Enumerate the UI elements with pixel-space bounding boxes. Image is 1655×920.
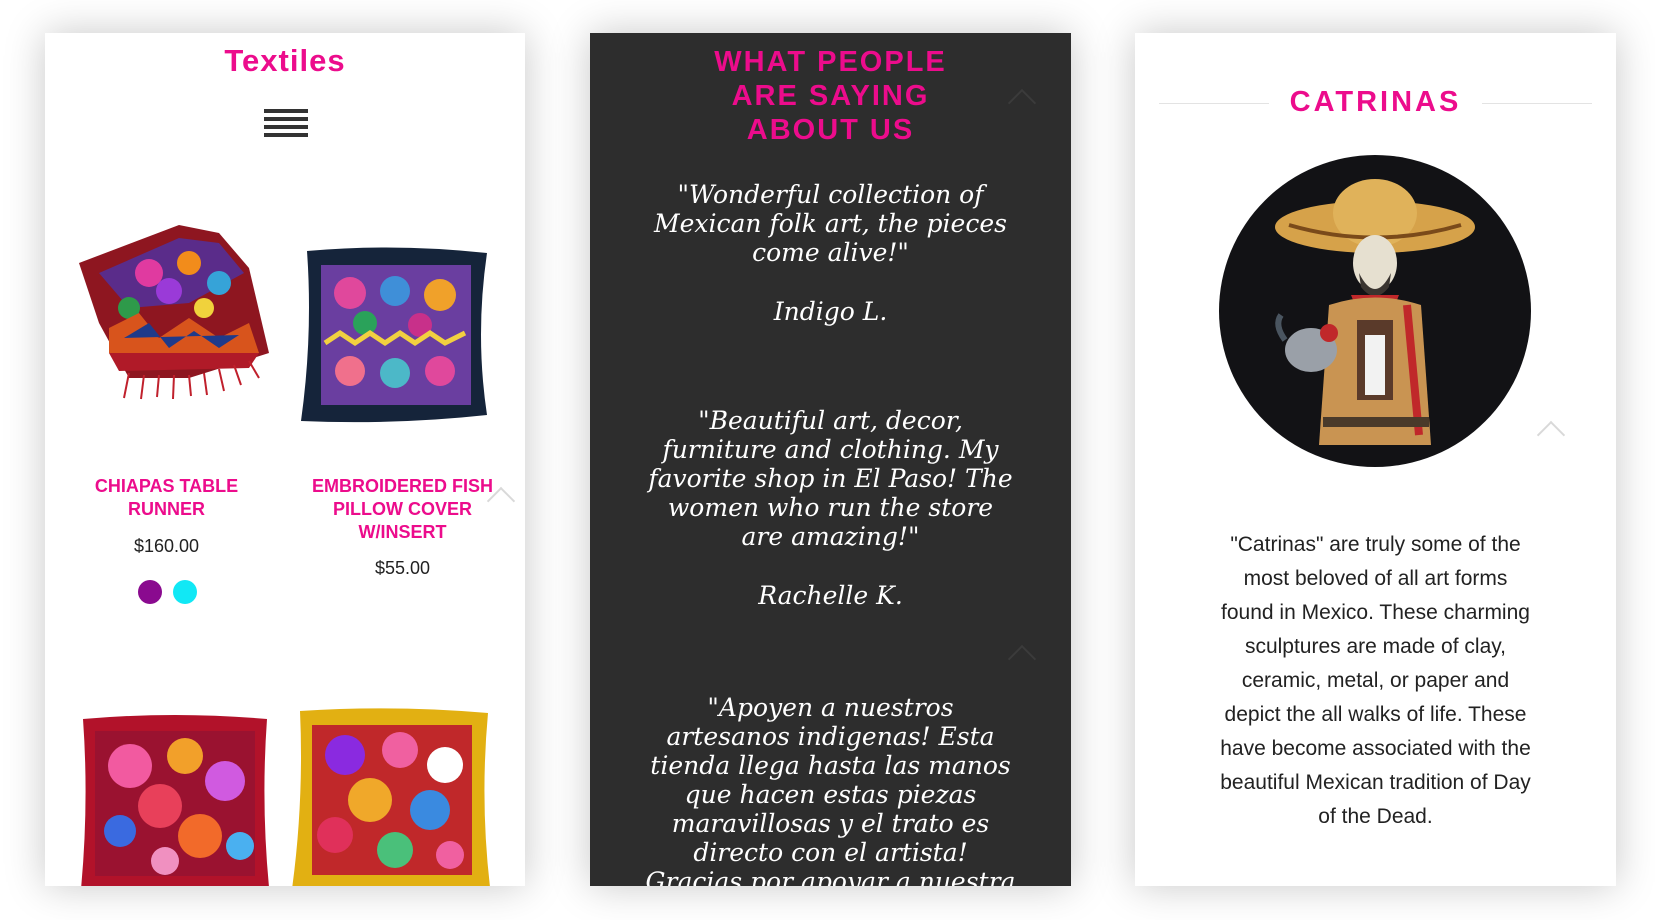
product-name[interactable]: CHIAPAS TABLE RUNNER xyxy=(59,475,274,521)
testimonial-quote: "Wonderful collection of Mexican folk ar… xyxy=(654,180,1007,267)
textiles-panel: Textiles CHIAPAS TABLE RUNNER $160.00 EM… xyxy=(45,33,525,886)
testimonial-author: Rachelle K. xyxy=(758,581,903,610)
product-card-chiapas-table-runner[interactable]: CHIAPAS TABLE RUNNER $160.00 xyxy=(59,173,274,633)
testimonial-quote: "Beautiful art, decor, furniture and clo… xyxy=(648,406,1013,551)
product-card-embroidered-fish-pillow[interactable]: EMBROIDERED FISH PILLOW COVER W/INSERT $… xyxy=(295,173,510,633)
testimonials-title-text: WHAT PEOPLE ARE SAYING ABOUT US xyxy=(714,46,947,146)
scroll-up-icon[interactable] xyxy=(1536,420,1566,450)
catrinas-description: "Catrinas" are truly some of the most be… xyxy=(1220,533,1531,828)
catrina-figure-image[interactable] xyxy=(1219,155,1531,467)
catrinas-title: CATRINAS xyxy=(1289,86,1462,118)
testimonials-panel: WHAT PEOPLE ARE SAYING ABOUT US "Wonderf… xyxy=(590,33,1071,886)
red-embroidered-pillow-image[interactable] xyxy=(75,711,275,886)
testimonial-quote: "Apoyen a nuestros artesanos indigenas! … xyxy=(645,693,1016,886)
yellow-embroidered-pillow-image[interactable] xyxy=(290,705,495,886)
testimonials-title: WHAT PEOPLE ARE SAYING ABOUT US xyxy=(590,45,1071,147)
table-runner-image[interactable] xyxy=(69,213,274,403)
fish-pillow-image[interactable] xyxy=(295,243,495,428)
hamburger-menu-icon[interactable] xyxy=(264,109,308,145)
scroll-up-icon[interactable] xyxy=(1007,644,1037,674)
catrinas-panel: CATRINAS "Catrinas" are truly some of th… xyxy=(1135,33,1616,886)
color-swatch-purple[interactable] xyxy=(138,580,162,604)
textiles-title: Textiles xyxy=(224,43,346,78)
product-price: $160.00 xyxy=(133,536,200,556)
color-swatch-cyan[interactable] xyxy=(173,580,197,604)
product-price: $55.00 xyxy=(374,558,431,578)
product-name[interactable]: EMBROIDERED FISH PILLOW COVER W/INSERT xyxy=(295,475,510,544)
testimonial-author: Indigo L. xyxy=(773,297,888,326)
